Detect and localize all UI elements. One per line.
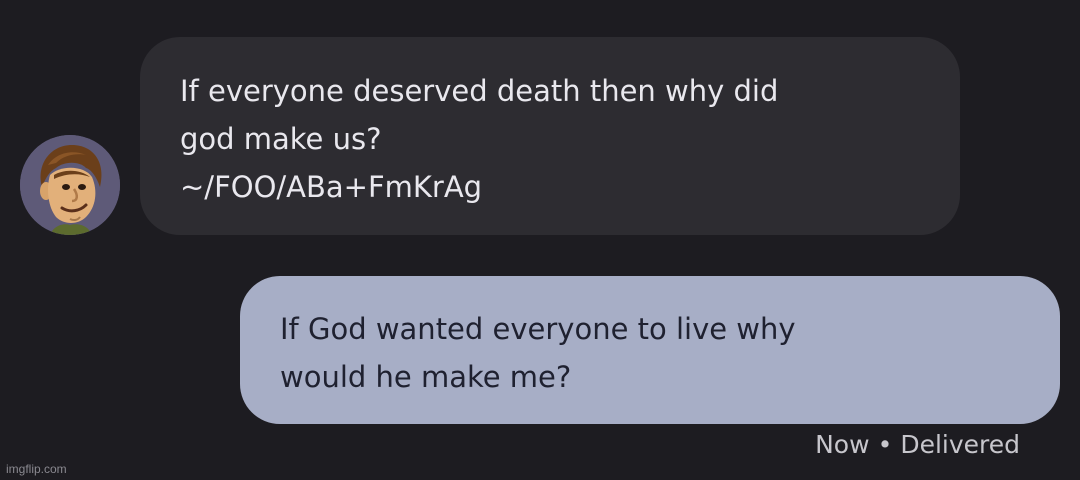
watermark: imgflip.com [6, 462, 67, 476]
outgoing-message-bubble[interactable]: If God wanted everyone to live why would… [240, 276, 1060, 424]
message-status: Now • Delivered [815, 428, 1020, 462]
cartoon-face-icon [20, 135, 120, 235]
incoming-message-bubble[interactable]: If everyone deserved death then why did … [140, 37, 960, 235]
status-state: Delivered [900, 430, 1020, 459]
sender-avatar[interactable] [20, 135, 120, 235]
outgoing-message-line: would he make me? [280, 360, 572, 394]
incoming-message-line: god make us? [180, 122, 382, 156]
incoming-message-line: ~/FOO/ABa+FmKrAg [180, 170, 483, 204]
status-separator: • [877, 430, 893, 459]
outgoing-message-line: If God wanted everyone to live why [280, 312, 796, 346]
status-time: Now [815, 430, 870, 459]
incoming-message-line: If everyone deserved death then why did [180, 74, 779, 108]
